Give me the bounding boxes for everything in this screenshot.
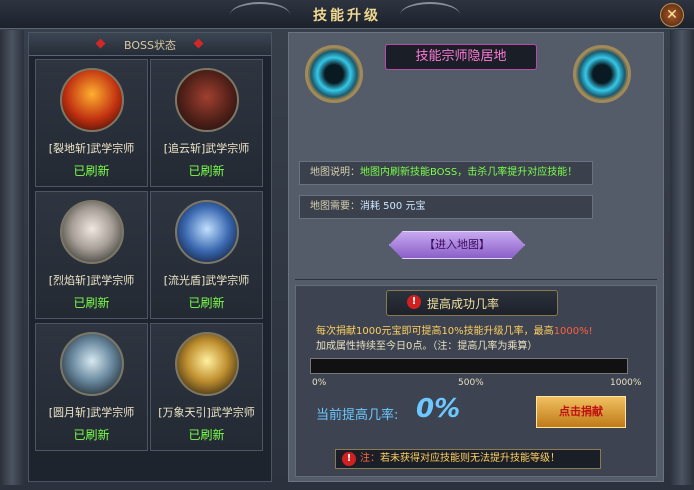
boss-name: [圆月斩]武学宗师 [48,406,135,419]
boss-status-header: BOSS状态 [29,33,271,56]
donation-rule-max: 1000%! [553,326,593,337]
map-panel: 技能宗师隐居地 地图说明：地图内刷新技能BOSS，击杀几率提升对应技能！ 地图需… [288,32,664,482]
note-text: 若未获得对应技能则无法提升技能等级！ [380,453,560,464]
boss-status: 已刷新 [73,296,110,310]
skill-upgrade-window: 技能升级 ✕ BOSS状态 [裂地斩]武学宗师 已刷新 [追云斩]武学宗师 已刷… [0,0,694,490]
boss-status: 已刷新 [188,428,225,442]
boss-card[interactable]: [裂地斩]武学宗师 已刷新 [35,59,148,187]
map-requirement-value: 消耗 500 元宝 [360,201,426,212]
boss-name: [裂地斩]武学宗师 [48,142,135,155]
current-bonus-value: 0% [416,394,461,424]
current-bonus-label: 当前提高几率: [316,408,399,423]
boss-name: [万象天引]武学宗师 [158,406,255,419]
progress-tick-min: 0% [312,378,327,388]
boss-portrait-icon [60,200,124,264]
close-button[interactable]: ✕ [660,3,684,27]
boss-name: [烈焰斩]武学宗师 [48,274,135,287]
boss-status: 已刷新 [73,164,110,178]
success-rate-title: 提高成功几率 [427,297,500,311]
boss-portrait-icon [175,68,239,132]
progress-tick-max: 1000% [610,378,642,388]
boss-card[interactable]: [流光盾]武学宗师 已刷新 [150,191,263,319]
boss-name: [追云斩]武学宗师 [163,142,250,155]
skill-requirement-note: ! 注：若未获得对应技能则无法提升技能等级！ [335,449,601,469]
boss-status: 已刷新 [73,428,110,442]
enter-map-button[interactable]: 【进入地图】 [389,231,525,259]
map-description-row: 地图说明：地图内刷新技能BOSS，击杀几率提升对应技能！ [299,161,593,185]
warning-icon: ! [407,295,421,309]
boss-card[interactable]: [追云斩]武学宗师 已刷新 [150,59,263,187]
duration-note: 加成属性持续至今日0点。（注：提高几率为乘算） [316,341,538,352]
donation-rule-text: 每次捐献1000元宝即可提高10%技能升级几率，最高1000%! [316,322,636,337]
portal-icon [305,45,363,103]
boss-status: 已刷新 [188,296,225,310]
map-description-value: 地图内刷新技能BOSS，击杀几率提升对应技能！ [360,167,578,178]
right-frame-edge [670,30,694,485]
boss-name: [流光盾]武学宗师 [163,274,250,287]
title-bar: 技能升级 ✕ [0,0,694,29]
boss-portrait-icon [175,200,239,264]
boss-portrait-icon [60,68,124,132]
note-text-wrap: 注：若未获得对应技能则无法提升技能等级！ [360,450,560,468]
portal-icon [573,45,631,103]
map-requirement-label: 地图需要： [310,201,360,212]
bonus-progress-bar [310,358,628,374]
donate-button[interactable]: 点击捐献 [536,396,626,428]
boss-card[interactable]: [圆月斩]武学宗师 已刷新 [35,323,148,451]
left-frame-edge [0,30,24,485]
divider [295,279,657,280]
success-rate-header: ! 提高成功几率 [386,290,558,316]
boss-status: 已刷新 [188,164,225,178]
donation-rule-main: 每次捐献1000元宝即可提高10%技能升级几率，最高 [316,326,554,337]
boss-card[interactable]: [烈焰斩]武学宗师 已刷新 [35,191,148,319]
boss-portrait-icon [175,332,239,396]
note-label: 注： [360,453,380,464]
window-title: 技能升级 [313,8,381,24]
progress-tick-mid: 500% [458,378,484,388]
boss-status-title: BOSS状态 [124,39,176,52]
warning-icon: ! [342,452,356,466]
map-description-label: 地图说明： [310,167,360,178]
map-requirement-row: 地图需要：消耗 500 元宝 [299,195,593,219]
boss-card[interactable]: [万象天引]武学宗师 已刷新 [150,323,263,451]
boss-portrait-icon [60,332,124,396]
map-title: 技能宗师隐居地 [385,44,537,70]
boss-status-panel: BOSS状态 [裂地斩]武学宗师 已刷新 [追云斩]武学宗师 已刷新 [烈焰斩]… [28,32,272,482]
